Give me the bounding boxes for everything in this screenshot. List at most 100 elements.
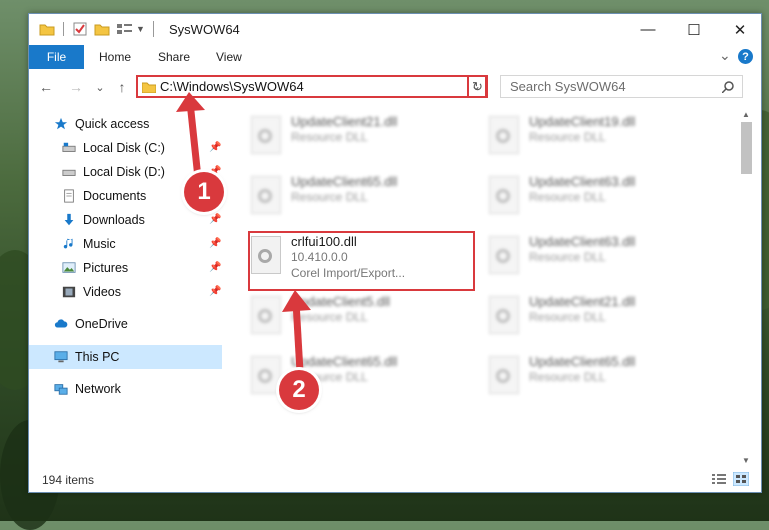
cloud-icon	[54, 319, 68, 328]
folder-icon	[142, 82, 156, 93]
scroll-up-icon[interactable]: ▲	[742, 110, 750, 119]
toolbar-dropdown-icon[interactable]: ▼	[136, 24, 145, 34]
sidebar-item-local-disk-d[interactable]: Local Disk (D:)	[61, 161, 165, 183]
file-description: Resource DLL	[291, 130, 368, 144]
vertical-scrollbar[interactable]: ▲ ▼	[738, 108, 755, 468]
pin-icon[interactable]: 📌	[209, 286, 221, 297]
callout-badge-2: 2	[279, 370, 319, 410]
download-icon	[64, 213, 74, 226]
sidebar-item-quick-access[interactable]: Quick access	[53, 113, 149, 135]
dll-file-icon	[489, 356, 519, 394]
back-button[interactable]: ←	[37, 78, 55, 96]
details-view-icon[interactable]	[711, 472, 727, 486]
status-bar: 194 items	[29, 466, 761, 492]
file-description: Resource DLL	[529, 370, 606, 384]
music-icon	[63, 238, 73, 249]
up-button[interactable]: ↑	[113, 78, 131, 96]
help-icon[interactable]: ?	[738, 49, 753, 64]
sidebar-item-videos[interactable]: Videos	[61, 281, 121, 303]
title-bar: ▼ SysWOW64 — ☐ ✕	[29, 14, 761, 45]
tab-share[interactable]: Share	[158, 50, 190, 64]
sidebar-item-music[interactable]: Music	[61, 233, 116, 255]
file-item[interactable]: UpdateClient19.dll Resource DLL	[483, 108, 713, 164]
pin-icon[interactable]: 📌	[209, 214, 221, 225]
sidebar-item-local-disk-c[interactable]: Local Disk (C:)	[61, 137, 165, 159]
dll-file-icon	[251, 176, 281, 214]
file-item[interactable]: UpdateClient63.dll Resource DLL	[483, 228, 713, 284]
new-folder-icon[interactable]	[94, 22, 110, 36]
close-button[interactable]: ✕	[717, 14, 763, 45]
dll-file-icon	[251, 116, 281, 154]
file-description: Resource DLL	[529, 310, 606, 324]
address-bar[interactable]: C:\Windows\SysWOW64 ⌄	[136, 75, 487, 98]
sidebar-item-documents[interactable]: Documents	[61, 185, 146, 207]
file-item[interactable]: UpdateClient21.dll Resource DLL	[483, 288, 713, 344]
sidebar-item-label: Pictures	[83, 261, 129, 275]
recent-locations-button[interactable]: ⌄	[91, 78, 109, 96]
toolbar-separator	[63, 22, 64, 36]
file-item[interactable]: UpdateClient21.dll Resource DLL	[245, 108, 475, 164]
file-item[interactable]: UpdateClient5.dll Resource DLL	[245, 288, 475, 344]
drive-icon	[62, 169, 76, 176]
computer-icon	[54, 351, 68, 363]
properties-icon[interactable]	[72, 22, 88, 36]
file-item[interactable]: UpdateClient65.dll Resource DLL	[245, 168, 475, 224]
search-input[interactable]: Search SysWOW64	[510, 79, 626, 94]
sidebar-item-label: Documents	[83, 189, 147, 203]
file-name: UpdateClient63.dll	[529, 174, 636, 189]
minimize-button[interactable]: —	[625, 14, 671, 45]
refresh-button[interactable]: ↻	[467, 75, 488, 98]
forward-button[interactable]: →	[67, 78, 85, 96]
file-name: UpdateClient19.dll	[529, 114, 636, 129]
pin-icon[interactable]: 📌	[209, 262, 221, 273]
sidebar-item-label: Downloads	[83, 213, 145, 227]
sidebar-item-label: Local Disk (D:)	[83, 165, 165, 179]
file-item[interactable]: UpdateClient63.dll Resource DLL	[483, 168, 713, 224]
tab-file[interactable]: File	[29, 45, 84, 69]
pin-icon[interactable]: 📌	[209, 238, 221, 249]
tab-view[interactable]: View	[216, 50, 242, 64]
sidebar-item-pictures[interactable]: Pictures	[61, 257, 128, 279]
sidebar-item-label: Network	[75, 382, 121, 396]
sidebar-item-downloads[interactable]: Downloads	[61, 209, 145, 231]
ribbon-tabs: File Home Share View ⌄ ?	[29, 45, 761, 69]
file-description: Resource DLL	[291, 190, 368, 204]
file-name: UpdateClient65.dll	[291, 174, 398, 189]
drive-icon	[62, 142, 76, 152]
pin-icon[interactable]: 📌	[209, 142, 221, 153]
dll-file-icon	[489, 176, 519, 214]
scroll-down-icon[interactable]: ▼	[742, 456, 750, 465]
address-path: C:\Windows\SysWOW64	[160, 79, 304, 94]
file-name: UpdateClient5.dll	[291, 294, 391, 309]
sidebar-item-this-pc[interactable]: This PC	[53, 346, 119, 368]
sidebar-item-onedrive[interactable]: OneDrive	[53, 313, 128, 335]
file-name: UpdateClient65.dll	[291, 354, 398, 369]
file-name: UpdateClient65.dll	[529, 354, 636, 369]
search-icon[interactable]	[722, 81, 734, 93]
file-description: Resource DLL	[529, 250, 606, 264]
maximize-button[interactable]: ☐	[671, 14, 717, 45]
navigation-bar: ← → ⌄ ↑ C:\Windows\SysWOW64 ⌄ ↻ Search S…	[29, 72, 761, 102]
documents-icon	[64, 189, 74, 203]
view-menu-icon[interactable]	[116, 22, 134, 36]
file-name: UpdateClient21.dll	[529, 294, 636, 309]
search-box[interactable]: Search SysWOW64	[500, 75, 743, 98]
scrollbar-thumb[interactable]	[741, 122, 752, 174]
dll-file-icon	[489, 296, 519, 334]
file-highlight-box	[248, 231, 475, 291]
item-count: 194 items	[42, 473, 95, 487]
network-icon	[54, 384, 68, 395]
ribbon-expand-icon[interactable]: ⌄	[719, 47, 731, 64]
folder-icon	[39, 24, 55, 36]
sidebar-item-label: Music	[83, 237, 116, 251]
tiles-view-icon[interactable]	[733, 472, 749, 486]
sidebar-item-network[interactable]: Network	[53, 378, 121, 400]
pictures-icon	[62, 262, 76, 273]
sidebar-item-label: Quick access	[75, 117, 150, 131]
navigation-pane: Quick access Local Disk (C:) 📌 Local Dis…	[29, 108, 222, 458]
dll-file-icon	[251, 356, 281, 394]
tab-home[interactable]: Home	[99, 50, 131, 64]
file-item[interactable]: UpdateClient65.dll Resource DLL	[483, 348, 713, 404]
star-icon	[54, 117, 68, 130]
sidebar-item-label: Local Disk (C:)	[83, 141, 165, 155]
